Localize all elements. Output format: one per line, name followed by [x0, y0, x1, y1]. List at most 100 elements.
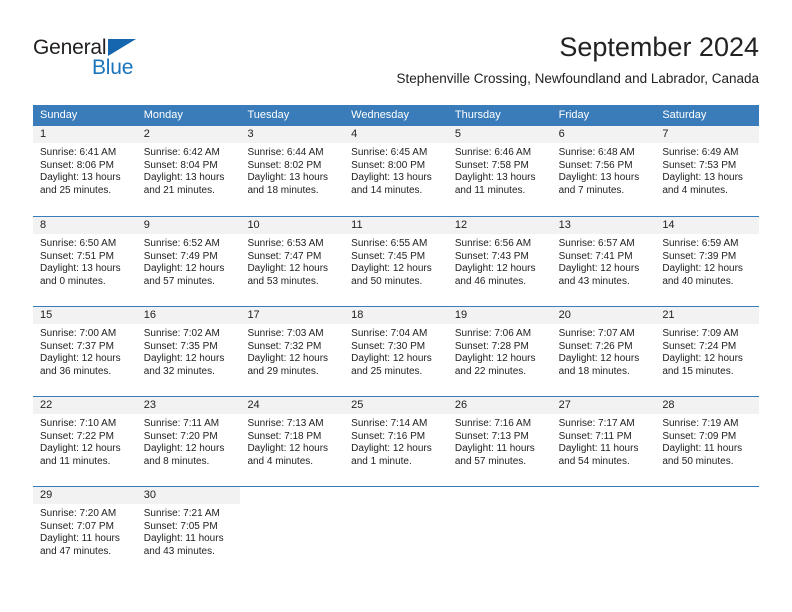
calendar-day-cell[interactable]: 11 Sunrise: 6:55 AM Sunset: 7:45 PM Dayligh…: [344, 217, 448, 306]
sunset-text: Sunset: 7:58 PM: [454, 159, 529, 171]
day-number: 25: [351, 399, 364, 411]
sunrise-text: Sunrise: 7:10 AM: [40, 418, 117, 429]
sunrise-text: Sunrise: 7:20 AM: [40, 508, 117, 519]
daylight-text-line2: and 14 minutes.: [351, 184, 423, 196]
calendar-day-cell[interactable]: 2 Sunrise: 6:42 AM Sunset: 8:04 PM Daylight…: [136, 126, 241, 216]
sunrise-text: Sunrise: 7:19 AM: [662, 418, 739, 429]
calendar-day-cell[interactable]: 12 Sunrise: 6:56 AM Sunset: 7:43 PM Dayligh…: [447, 217, 552, 306]
day-details: Sunrise: 7:16 AM Sunset: 7:13 PM Daylight:…: [448, 414, 552, 468]
calendar-day-cell[interactable]: 21 Sunrise: 7:09 AM Sunset: 7:24 PM Dayligh…: [655, 307, 760, 396]
daylight-text-line1: Daylight: 12 hours: [143, 353, 225, 365]
calendar-day-cell-empty: [655, 487, 760, 576]
sunset-text: Sunset: 7:32 PM: [247, 340, 322, 352]
day-number-band: 16: [136, 307, 241, 324]
calendar-day-cell[interactable]: 1 Sunrise: 6:41 AM Sunset: 8:06 PM Daylight…: [33, 126, 137, 216]
page-header: General Blue September 2024 Stephenville…: [33, 30, 759, 98]
day-number: 2: [143, 128, 150, 140]
calendar-day-cell[interactable]: 5 Sunrise: 6:46 AM Sunset: 7:58 PM Daylight…: [447, 126, 552, 216]
general-blue-logo[interactable]: General Blue: [33, 36, 213, 88]
sunrise-text: Sunrise: 6:50 AM: [40, 238, 117, 249]
calendar-day-cell[interactable]: 23 Sunrise: 7:11 AM Sunset: 7:20 PM Dayligh…: [136, 397, 241, 486]
sunset-text: Sunset: 7:43 PM: [454, 250, 529, 262]
calendar-day-cell[interactable]: 6 Sunrise: 6:48 AM Sunset: 7:56 PM Daylight…: [551, 126, 656, 216]
daylight-text-line1: Daylight: 11 hours: [143, 533, 224, 545]
daylight-text-line2: and 46 minutes.: [454, 275, 527, 287]
calendar-day-cell[interactable]: 9 Sunrise: 6:52 AM Sunset: 7:49 PM Daylight…: [136, 217, 241, 306]
calendar-day-cell[interactable]: 26 Sunrise: 7:16 AM Sunset: 7:13 PM Dayligh…: [447, 397, 552, 486]
daylight-text-line2: and 22 minutes.: [454, 365, 527, 377]
sunset-text: Sunset: 7:07 PM: [40, 520, 114, 532]
calendar-page: General Blue September 2024 Stephenville…: [0, 0, 792, 612]
daylight-text-line1: Daylight: 12 hours: [558, 263, 640, 275]
day-details: Sunrise: 6:48 AM Sunset: 7:56 PM Daylight:…: [552, 143, 656, 197]
sunrise-text: Sunrise: 7:09 AM: [662, 328, 739, 339]
day-number-band: 6: [551, 126, 656, 143]
sunset-text: Sunset: 8:02 PM: [247, 159, 322, 171]
day-details: [240, 504, 344, 508]
daylight-text-line1: Daylight: 11 hours: [662, 443, 743, 455]
calendar-day-cell[interactable]: 29 Sunrise: 7:20 AM Sunset: 7:07 PM Dayligh…: [33, 487, 137, 576]
daylight-text-line1: Daylight: 12 hours: [351, 443, 432, 455]
calendar-day-cell[interactable]: 30 Sunrise: 7:21 AM Sunset: 7:05 PM Dayligh…: [136, 487, 241, 576]
day-number: 11: [351, 219, 363, 231]
calendar-day-cell[interactable]: 8 Sunrise: 6:50 AM Sunset: 7:51 PM Daylight…: [33, 217, 137, 306]
day-number-band: 20: [551, 307, 656, 324]
calendar-day-cell[interactable]: 14 Sunrise: 6:59 AM Sunset: 7:39 PM Dayligh…: [655, 217, 760, 306]
day-details: Sunrise: 7:06 AM Sunset: 7:28 PM Daylight:…: [448, 324, 552, 378]
daylight-text-line2: and 4 minutes.: [662, 184, 728, 196]
day-number: 7: [662, 128, 669, 140]
calendar-day-cell[interactable]: 25 Sunrise: 7:14 AM Sunset: 7:16 PM Dayligh…: [344, 397, 448, 486]
calendar-day-cell[interactable]: 27 Sunrise: 7:17 AM Sunset: 7:11 PM Dayligh…: [551, 397, 656, 486]
calendar-day-cell[interactable]: 22 Sunrise: 7:10 AM Sunset: 7:22 PM Dayligh…: [33, 397, 137, 486]
calendar-day-cell[interactable]: 15 Sunrise: 7:00 AM Sunset: 7:37 PM Dayligh…: [33, 307, 137, 396]
calendar-day-cell[interactable]: 19 Sunrise: 7:06 AM Sunset: 7:28 PM Dayligh…: [447, 307, 552, 396]
day-number: 4: [351, 128, 358, 140]
day-number-band: 5: [447, 126, 552, 143]
calendar-day-cell[interactable]: 17 Sunrise: 7:03 AM Sunset: 7:32 PM Dayligh…: [240, 307, 345, 396]
calendar-day-cell[interactable]: 16 Sunrise: 7:02 AM Sunset: 7:35 PM Dayligh…: [136, 307, 241, 396]
daylight-text-line1: Daylight: 12 hours: [351, 353, 432, 365]
daylight-text-line2: and 18 minutes.: [558, 365, 630, 377]
daylight-text-line2: and 8 minutes.: [143, 455, 210, 467]
calendar-day-cell[interactable]: 20 Sunrise: 7:07 AM Sunset: 7:26 PM Dayligh…: [551, 307, 656, 396]
daylight-text-line2: and 50 minutes.: [351, 275, 423, 287]
sunset-text: Sunset: 7:18 PM: [247, 430, 322, 442]
day-details: Sunrise: 6:49 AM Sunset: 7:53 PM Daylight:…: [655, 143, 759, 197]
day-number: 29: [40, 489, 53, 501]
daylight-text-line1: Daylight: 13 hours: [40, 172, 121, 184]
calendar-day-cell[interactable]: 18 Sunrise: 7:04 AM Sunset: 7:30 PM Dayligh…: [344, 307, 448, 396]
calendar-day-cell[interactable]: 24 Sunrise: 7:13 AM Sunset: 7:18 PM Dayligh…: [240, 397, 345, 486]
weekday-header-wednesday: Wednesday: [351, 109, 410, 121]
day-details: Sunrise: 6:41 AM Sunset: 8:06 PM Daylight:…: [33, 143, 137, 197]
day-number: 3: [247, 128, 254, 140]
calendar-week-row: 1 Sunrise: 6:41 AM Sunset: 8:06 PM Daylight…: [33, 126, 760, 216]
calendar-day-cell[interactable]: 3 Sunrise: 6:44 AM Sunset: 8:02 PM Daylight…: [240, 126, 345, 216]
daylight-text-line2: and 40 minutes.: [662, 275, 734, 287]
calendar-day-cell[interactable]: 28 Sunrise: 7:19 AM Sunset: 7:09 PM Dayligh…: [655, 397, 760, 486]
daylight-text-line1: Daylight: 12 hours: [662, 263, 743, 275]
day-details: [552, 504, 656, 508]
sunrise-text: Sunrise: 6:46 AM: [454, 147, 532, 158]
sunset-text: Sunset: 7:45 PM: [351, 250, 426, 262]
sunset-text: Sunset: 7:13 PM: [454, 430, 529, 442]
day-details: Sunrise: 7:21 AM Sunset: 7:05 PM Daylight:…: [137, 504, 241, 558]
daylight-text-line1: Daylight: 13 hours: [454, 172, 536, 184]
day-details: [448, 504, 552, 508]
calendar-day-cell-empty: [240, 487, 345, 576]
weekday-header-friday: Friday: [558, 109, 590, 121]
sunset-text: Sunset: 7:24 PM: [662, 340, 737, 352]
calendar-day-cell[interactable]: 10 Sunrise: 6:53 AM Sunset: 7:47 PM Dayligh…: [240, 217, 345, 306]
day-number-band: 17: [240, 307, 345, 324]
daylight-text-line2: and 43 minutes.: [558, 275, 630, 287]
day-number: 28: [662, 399, 675, 411]
calendar-day-cell[interactable]: 7 Sunrise: 6:49 AM Sunset: 7:53 PM Daylight…: [655, 126, 760, 216]
calendar-day-cell[interactable]: 13 Sunrise: 6:57 AM Sunset: 7:41 PM Dayligh…: [551, 217, 656, 306]
day-number-band: 13: [551, 217, 656, 234]
day-details: Sunrise: 7:03 AM Sunset: 7:32 PM Daylight:…: [240, 324, 344, 378]
daylight-text-line1: Daylight: 12 hours: [454, 353, 536, 365]
calendar-day-cell[interactable]: 4 Sunrise: 6:45 AM Sunset: 8:00 PM Daylight…: [344, 126, 448, 216]
weekday-header-thursday: Thursday: [454, 109, 501, 121]
daylight-text-line1: Daylight: 13 hours: [40, 263, 121, 275]
sunrise-text: Sunrise: 7:21 AM: [143, 508, 220, 519]
sunrise-text: Sunrise: 6:42 AM: [143, 147, 220, 158]
